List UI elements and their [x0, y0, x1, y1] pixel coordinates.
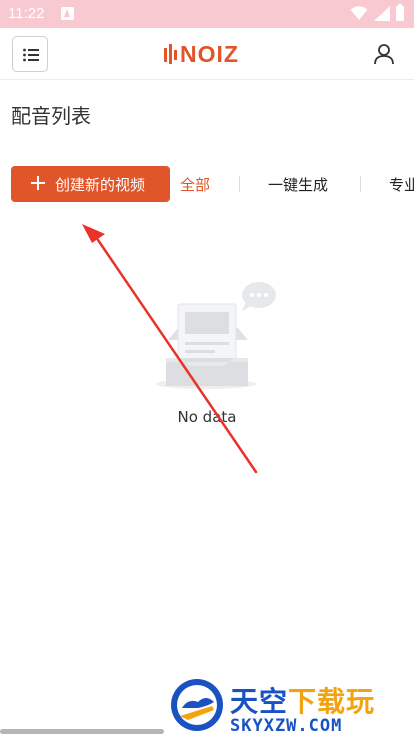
horizontal-scrollbar[interactable] [0, 729, 164, 734]
create-video-button[interactable]: 创建新的视频 [11, 166, 170, 202]
page-title: 配音列表 [11, 104, 91, 128]
watermark-title: 天空下载玩 [230, 680, 375, 720]
signal-icon [374, 6, 390, 21]
tab-divider [360, 176, 361, 192]
watermark-url: SKYXZW.COM [230, 716, 343, 736]
status-time: 11:22 [8, 5, 45, 22]
airplane-logo-icon [171, 679, 223, 731]
list-icon [23, 48, 39, 62]
watermark-title-part2: 下载玩 [288, 685, 376, 718]
brand-logo[interactable]: NOIZ [164, 40, 250, 68]
status-bar: 11:22 [0, 0, 414, 28]
sound-bars-icon [164, 44, 177, 64]
app-header: NOIZ [0, 28, 414, 80]
user-icon[interactable] [372, 42, 396, 66]
site-watermark: 天空下载玩 SKYXZW.COM [168, 676, 414, 736]
tab-all[interactable]: 全部 [180, 174, 210, 195]
brand-name: NOIZ [180, 41, 239, 67]
no-data-label: No data [177, 408, 237, 426]
menu-button[interactable] [12, 36, 48, 72]
empty-inbox-icon [156, 282, 276, 389]
wifi-icon [350, 6, 368, 20]
tab-professional[interactable]: 专业 [389, 174, 414, 195]
tab-divider [239, 176, 240, 192]
plus-icon [31, 176, 45, 190]
app-notification-icon [61, 7, 74, 20]
watermark-title-part1: 天空 [230, 685, 289, 718]
no-data-text: No data [0, 408, 414, 426]
create-video-label: 创建新的视频 [55, 176, 146, 194]
battery-icon [396, 4, 404, 21]
tab-one-click[interactable]: 一键生成 [268, 174, 328, 195]
